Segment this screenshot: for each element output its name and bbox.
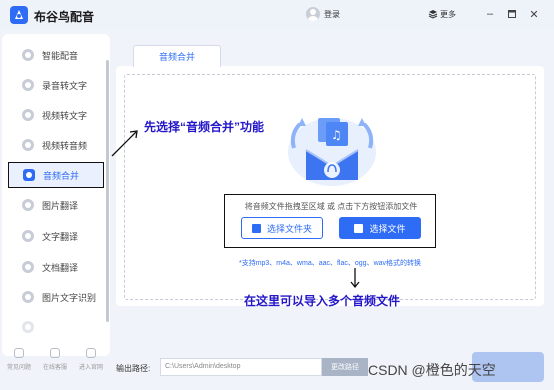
service-label: 在线客服 (42, 365, 67, 371)
watermark: CSDN @橙色的天空 (368, 362, 496, 378)
image-translate-icon (22, 199, 34, 211)
sidebar-item-label: 录音转文字 (42, 80, 88, 91)
doc-translate-icon (22, 261, 34, 273)
sidebar-item-video-to-audio[interactable]: 视频转音频 (8, 134, 104, 156)
smart-dub-icon (22, 49, 34, 61)
maximize-button[interactable] (504, 6, 520, 22)
folder-icon (251, 223, 261, 233)
bird-logo-icon (10, 6, 28, 24)
sidebar-item-audio-merge[interactable]: 音频合并 (8, 162, 104, 188)
ocr-icon (22, 291, 34, 303)
sidebar-item-record-to-text[interactable]: 录音转文字 (8, 74, 104, 96)
sidebar-item-label: 图片文字识别 (42, 292, 97, 303)
sidebar-item-text-translate[interactable]: 文字翻译 (8, 225, 104, 247)
text-translate-icon (22, 230, 34, 242)
sidebar-item-ocr[interactable]: 图片文字识别 (8, 286, 104, 308)
avatar[interactable] (306, 7, 320, 21)
sidebar-scrollbar[interactable] (106, 60, 109, 322)
service-icon (50, 348, 60, 358)
layers-icon[interactable] (428, 9, 438, 19)
import-hint-box: 将音频文件拖拽至区域 或 点击下方按钮添加文件 选择文件夹 选择文件 (224, 194, 436, 248)
annotation-import-files: 在这里可以导入多个音频文件 (244, 294, 401, 308)
website-icon (86, 348, 96, 358)
login-link[interactable]: 登录 (324, 9, 340, 20)
output-path-input[interactable]: C:\Users\Admin\desktop (160, 358, 322, 376)
faq-link[interactable]: 常见问题 (4, 348, 34, 371)
change-path-button[interactable]: 更改路径 (322, 358, 368, 376)
sidebar-item-video-to-text[interactable]: 视频转文字 (8, 104, 104, 126)
video-to-text-icon (22, 109, 34, 121)
website-label: 进入官网 (78, 365, 103, 371)
sidebar-item-doc-translate[interactable]: 文档翻译 (8, 256, 104, 278)
tab-audio-merge[interactable]: 音频合并 (133, 45, 221, 67)
sidebar-item-image-translate[interactable]: 图片翻译 (8, 194, 104, 216)
audio-merge-icon (23, 169, 35, 181)
output-path-label: 输出路径: (116, 364, 151, 373)
supported-formats: *支持mp3、m4a、wma、aac、flac、ogg、wav格式的转换 (238, 260, 422, 267)
sidebar-item-label: 视频转音频 (42, 140, 88, 151)
sidebar-item-label: 音频合并 (43, 170, 80, 181)
file-icon (354, 223, 364, 233)
title-bar: 布谷鸟配音 登录 更多 – ✕ (0, 0, 554, 30)
minimize-button[interactable]: – (482, 6, 498, 22)
sidebar-item-label: 视频转文字 (42, 110, 88, 121)
website-link[interactable]: 进入官网 (76, 348, 106, 371)
video-to-audio-icon (22, 139, 34, 151)
audio-envelope-illustration: ♫ (288, 118, 376, 186)
close-button[interactable]: ✕ (526, 6, 542, 22)
service-link[interactable]: 在线客服 (40, 348, 70, 371)
sidebar-item-label: 智能配音 (42, 50, 79, 61)
record-to-text-icon (22, 79, 34, 91)
svg-text:♫: ♫ (331, 128, 342, 142)
select-folder-label: 选择文件夹 (266, 223, 312, 234)
partial-item-icon (22, 321, 34, 333)
maximize-icon (508, 10, 516, 18)
sidebar-item-smart-dub[interactable]: 智能配音 (8, 44, 104, 66)
drop-instruction: 将音频文件拖拽至区域 或 点击下方按钮添加文件 (244, 202, 418, 211)
sidebar-item-label: 文档翻译 (42, 262, 79, 273)
select-file-button[interactable]: 选择文件 (339, 217, 421, 239)
sidebar-item-partial[interactable] (8, 316, 104, 338)
bottom-links: 常见问题 在线客服 进入官网 (0, 340, 112, 380)
app-title: 布谷鸟配音 (34, 10, 95, 24)
select-folder-button[interactable]: 选择文件夹 (241, 217, 323, 239)
faq-icon (14, 348, 24, 358)
select-file-label: 选择文件 (369, 223, 406, 234)
faq-label: 常见问题 (6, 365, 31, 371)
annotation-select-function: 先选择“音频合并”功能 (144, 120, 265, 134)
sidebar-item-label: 图片翻译 (42, 200, 79, 211)
sidebar: 智能配音 录音转文字 视频转文字 视频转音频 音频合并 图片翻译 文字翻译 文档… (2, 34, 110, 356)
sidebar-item-label: 文字翻译 (42, 231, 79, 242)
more-menu[interactable]: 更多 (440, 9, 456, 20)
